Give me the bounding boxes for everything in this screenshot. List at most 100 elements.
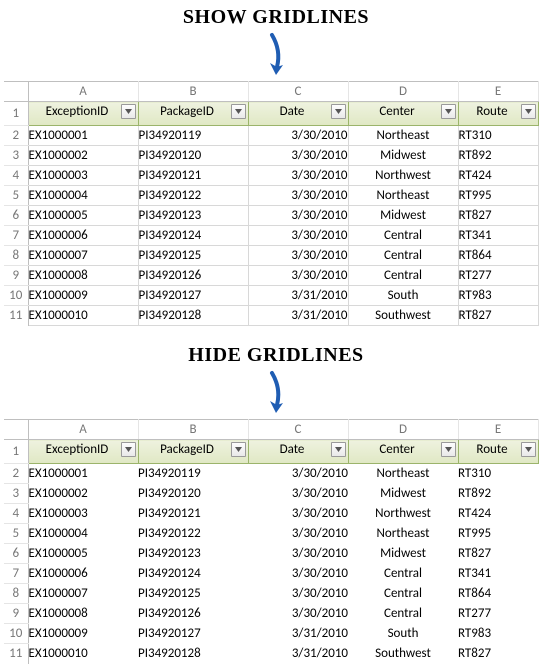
cell[interactable]: RT827 [458,544,538,564]
cell[interactable]: Northeast [348,126,458,146]
cell[interactable]: 3/30/2010 [248,146,348,166]
cell[interactable]: 3/30/2010 [248,206,348,226]
cell[interactable]: PI34920122 [138,524,248,544]
cell[interactable]: PI34920120 [138,146,248,166]
col-header-e[interactable]: E [458,82,538,102]
cell[interactable]: EX1000006 [28,564,138,584]
cell[interactable]: PI34920121 [138,166,248,186]
cell[interactable]: RT995 [458,186,538,206]
row-header[interactable]: 4 [4,166,28,186]
cell[interactable]: PI34920123 [138,206,248,226]
cell[interactable]: EX1000004 [28,524,138,544]
cell[interactable]: PI34920126 [138,604,248,624]
row-header[interactable]: 4 [4,504,28,524]
row-header[interactable]: 6 [4,206,28,226]
row-header[interactable]: 8 [4,246,28,266]
cell[interactable]: EX1000006 [28,226,138,246]
select-all-corner[interactable] [4,82,28,102]
row-header[interactable]: 2 [4,126,28,146]
cell[interactable]: RT983 [458,624,538,644]
cell[interactable]: 3/30/2010 [248,504,348,524]
cell[interactable]: 3/30/2010 [248,126,348,146]
cell[interactable]: PI34920125 [138,584,248,604]
filter-dropdown-icon[interactable] [441,442,456,457]
row-header[interactable]: 7 [4,564,28,584]
cell[interactable]: Northwest [348,166,458,186]
cell[interactable]: 3/30/2010 [248,464,348,484]
cell[interactable]: PI34920127 [138,624,248,644]
col-header-b[interactable]: B [138,420,248,440]
cell[interactable]: RT277 [458,604,538,624]
cell[interactable]: PI34920128 [138,644,248,664]
col-header-d[interactable]: D [348,82,458,102]
row-header[interactable]: 10 [4,624,28,644]
row-header[interactable]: 3 [4,484,28,504]
filter-dropdown-icon[interactable] [521,104,536,119]
cell[interactable]: RT827 [458,206,538,226]
cell[interactable]: RT892 [458,484,538,504]
cell[interactable]: 3/30/2010 [248,524,348,544]
row-header[interactable]: 1 [4,102,28,126]
cell[interactable]: PI34920119 [138,126,248,146]
filter-dropdown-icon[interactable] [231,442,246,457]
cell[interactable]: EX1000008 [28,604,138,624]
cell[interactable]: RT277 [458,266,538,286]
cell[interactable]: 3/30/2010 [248,186,348,206]
row-header[interactable]: 2 [4,464,28,484]
cell[interactable]: 3/31/2010 [248,624,348,644]
cell[interactable]: 3/31/2010 [248,306,348,326]
cell[interactable]: RT995 [458,524,538,544]
cell[interactable]: EX1000005 [28,544,138,564]
row-header[interactable]: 5 [4,524,28,544]
cell[interactable]: PI34920124 [138,226,248,246]
filter-dropdown-icon[interactable] [521,442,536,457]
cell[interactable]: Central [348,246,458,266]
cell[interactable]: Southwest [348,644,458,664]
cell[interactable]: 3/31/2010 [248,644,348,664]
cell[interactable]: RT827 [458,644,538,664]
col-header-c[interactable]: C [248,82,348,102]
cell[interactable]: 3/30/2010 [248,564,348,584]
cell[interactable]: EX1000008 [28,266,138,286]
cell[interactable]: RT864 [458,584,538,604]
cell[interactable]: EX1000001 [28,126,138,146]
cell[interactable]: EX1000003 [28,504,138,524]
cell[interactable]: PI34920123 [138,544,248,564]
filter-dropdown-icon[interactable] [121,442,136,457]
cell[interactable]: PI34920128 [138,306,248,326]
cell[interactable]: 3/30/2010 [248,266,348,286]
cell[interactable]: Northeast [348,524,458,544]
cell[interactable]: RT892 [458,146,538,166]
cell[interactable]: EX1000004 [28,186,138,206]
row-header[interactable]: 7 [4,226,28,246]
cell[interactable]: Southwest [348,306,458,326]
cell[interactable]: RT827 [458,306,538,326]
cell[interactable]: Midwest [348,484,458,504]
col-header-b[interactable]: B [138,82,248,102]
cell[interactable]: South [348,624,458,644]
cell[interactable]: RT310 [458,464,538,484]
row-header[interactable]: 1 [4,440,28,464]
cell[interactable]: 3/30/2010 [248,166,348,186]
cell[interactable]: RT983 [458,286,538,306]
cell[interactable]: EX1000007 [28,246,138,266]
cell[interactable]: Central [348,226,458,246]
cell[interactable]: RT310 [458,126,538,146]
row-header[interactable]: 9 [4,266,28,286]
cell[interactable]: RT424 [458,504,538,524]
cell[interactable]: EX1000010 [28,644,138,664]
cell[interactable]: EX1000009 [28,624,138,644]
cell[interactable]: 3/30/2010 [248,226,348,246]
filter-dropdown-icon[interactable] [331,442,346,457]
cell[interactable]: EX1000001 [28,464,138,484]
col-header-a[interactable]: A [28,420,138,440]
cell[interactable]: EX1000005 [28,206,138,226]
col-header-e[interactable]: E [458,420,538,440]
cell[interactable]: EX1000003 [28,166,138,186]
row-header[interactable]: 5 [4,186,28,206]
row-header[interactable]: 9 [4,604,28,624]
cell[interactable]: EX1000009 [28,286,138,306]
cell[interactable]: Midwest [348,206,458,226]
cell[interactable]: 3/30/2010 [248,604,348,624]
cell[interactable]: PI34920124 [138,564,248,584]
